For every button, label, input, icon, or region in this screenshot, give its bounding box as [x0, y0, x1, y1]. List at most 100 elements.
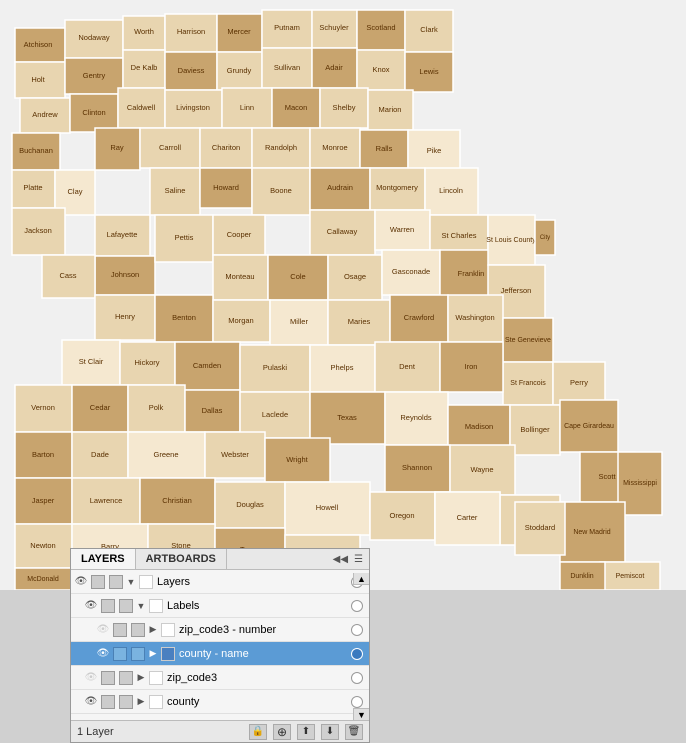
svg-text:Newton: Newton: [30, 541, 55, 550]
svg-text:Clinton: Clinton: [82, 108, 105, 117]
svg-text:Mercer: Mercer: [227, 27, 251, 36]
delete-layer-button[interactable]: 🗑: [345, 724, 363, 740]
layer-name-county: county: [165, 696, 347, 708]
visibility-icon-county-name[interactable]: 👁: [95, 646, 111, 662]
circle-county[interactable]: [351, 696, 363, 708]
panel-footer: 1 Layer 🔒 ⊕ ⬆ ⬇ 🗑: [71, 720, 369, 742]
svg-text:Atchison: Atchison: [24, 40, 53, 49]
swatch2-county: [119, 695, 133, 709]
layers-list: 👁 ▼ Layers 👁 ▼ Labels 👁 ▶ zip_code3 - nu: [71, 570, 369, 720]
move-down-button[interactable]: ⬇: [321, 724, 339, 740]
scroll-up-button[interactable]: ▲: [353, 573, 369, 585]
svg-text:Cass: Cass: [59, 271, 76, 280]
svg-text:Lafayette: Lafayette: [107, 230, 138, 239]
layer-row-county-name[interactable]: 👁 ▶ county - name: [71, 642, 369, 666]
swatch2-labels: [119, 599, 133, 613]
map-area: Atchison Nodaway Worth Harrison Mercer P…: [0, 0, 686, 590]
svg-text:Harrison: Harrison: [177, 27, 205, 36]
layer-row-labels[interactable]: 👁 ▼ Labels: [71, 594, 369, 618]
svg-text:Bollinger: Bollinger: [520, 425, 550, 434]
scroll-down-button[interactable]: ▼: [353, 708, 369, 720]
layer-row-zipcode3-number[interactable]: 👁 ▶ zip_code3 - number: [71, 618, 369, 642]
panel-header: LAYERS ARTBOARDS ◀◀ ☰: [71, 549, 369, 570]
svg-text:Crawford: Crawford: [404, 313, 434, 322]
svg-text:Platte: Platte: [23, 183, 42, 192]
svg-text:Wright: Wright: [286, 455, 308, 464]
visibility-icon-zip-number[interactable]: 👁: [95, 622, 111, 638]
svg-text:Dade: Dade: [91, 450, 109, 459]
circle-zip-number[interactable]: [351, 624, 363, 636]
svg-text:Marion: Marion: [379, 105, 402, 114]
svg-text:Christian: Christian: [162, 496, 192, 505]
svg-text:Douglas: Douglas: [236, 500, 264, 509]
svg-text:Franklin: Franklin: [458, 269, 485, 278]
expand-zip3[interactable]: ▶: [135, 672, 147, 684]
svg-text:Monroe: Monroe: [322, 143, 347, 152]
svg-text:St Louis County: St Louis County: [486, 237, 536, 244]
circle-labels[interactable]: [351, 600, 363, 612]
svg-text:Saline: Saline: [165, 186, 186, 195]
swatch-layers: [91, 575, 105, 589]
expand-layers[interactable]: ▼: [125, 576, 137, 588]
layer-row-layers[interactable]: 👁 ▼ Layers: [71, 570, 369, 594]
svg-text:Pettis: Pettis: [175, 233, 194, 242]
svg-text:Jefferson: Jefferson: [501, 286, 532, 295]
layer-row-zipcode3[interactable]: 👁 ▶ zip_code3: [71, 666, 369, 690]
svg-text:Jackson: Jackson: [24, 226, 52, 235]
layers-panel: LAYERS ARTBOARDS ◀◀ ☰ ▲ ▼ 👁 ▼ Layers 👁 ▼: [70, 548, 370, 743]
new-layer-button[interactable]: ⊕: [273, 724, 291, 740]
visibility-icon-labels[interactable]: 👁: [83, 598, 99, 614]
svg-text:Clay: Clay: [67, 187, 82, 196]
svg-text:Worth: Worth: [134, 27, 154, 36]
swatch2-layers: [109, 575, 123, 589]
layer-name-labels: Labels: [165, 600, 347, 612]
swatch2-zip-number: [131, 623, 145, 637]
expand-county[interactable]: ▶: [135, 696, 147, 708]
svg-text:Pemiscot: Pemiscot: [616, 573, 645, 580]
visibility-icon-county[interactable]: 👁: [83, 694, 99, 710]
layer-name-layers: Layers: [155, 576, 347, 588]
svg-text:Cedar: Cedar: [90, 403, 111, 412]
svg-text:Iron: Iron: [465, 362, 478, 371]
svg-text:Phelps: Phelps: [331, 363, 354, 372]
svg-text:Webster: Webster: [221, 450, 249, 459]
svg-text:Howell: Howell: [316, 503, 339, 512]
swatch-zip-number: [113, 623, 127, 637]
svg-text:McDonald: McDonald: [27, 576, 59, 583]
svg-text:Chariton: Chariton: [212, 143, 240, 152]
svg-text:Vernon: Vernon: [31, 403, 55, 412]
swatch-county: [101, 695, 115, 709]
svg-text:Dent: Dent: [399, 362, 416, 371]
panel-menu-button[interactable]: ☰: [352, 553, 365, 566]
thumb-county-name: [161, 647, 175, 661]
visibility-icon-layers[interactable]: 👁: [73, 574, 89, 590]
layer-row-county[interactable]: 👁 ▶ county: [71, 690, 369, 714]
svg-text:Wayne: Wayne: [470, 465, 493, 474]
tab-artboards[interactable]: ARTBOARDS: [136, 549, 227, 569]
svg-text:Dallas: Dallas: [202, 406, 223, 415]
move-up-button[interactable]: ⬆: [297, 724, 315, 740]
svg-text:Shelby: Shelby: [333, 103, 356, 112]
circle-zip3[interactable]: [351, 672, 363, 684]
expand-county-name[interactable]: ▶: [147, 648, 159, 660]
svg-text:St Clair: St Clair: [79, 357, 104, 366]
visibility-icon-zip3[interactable]: 👁: [83, 670, 99, 686]
svg-text:Henry: Henry: [115, 312, 135, 321]
svg-text:Linn: Linn: [240, 103, 254, 112]
tab-layers[interactable]: LAYERS: [71, 549, 136, 569]
expand-zip-number[interactable]: ▶: [147, 624, 159, 636]
svg-text:Polk: Polk: [149, 403, 164, 412]
svg-text:Audrain: Audrain: [327, 183, 353, 192]
collapse-panel-button[interactable]: ◀◀: [331, 553, 350, 566]
svg-text:Johnson: Johnson: [111, 270, 139, 279]
svg-text:Monteau: Monteau: [225, 272, 254, 281]
svg-text:Stoddard: Stoddard: [525, 523, 555, 532]
svg-text:Ralls: Ralls: [376, 144, 393, 153]
svg-text:Schuyler: Schuyler: [319, 23, 349, 32]
svg-text:Boone: Boone: [270, 186, 292, 195]
svg-text:Randolph: Randolph: [265, 143, 297, 152]
expand-labels[interactable]: ▼: [135, 600, 147, 612]
svg-text:St Francois: St Francois: [510, 380, 546, 387]
circle-county-name[interactable]: [351, 648, 363, 660]
lock-button[interactable]: 🔒: [249, 724, 267, 740]
